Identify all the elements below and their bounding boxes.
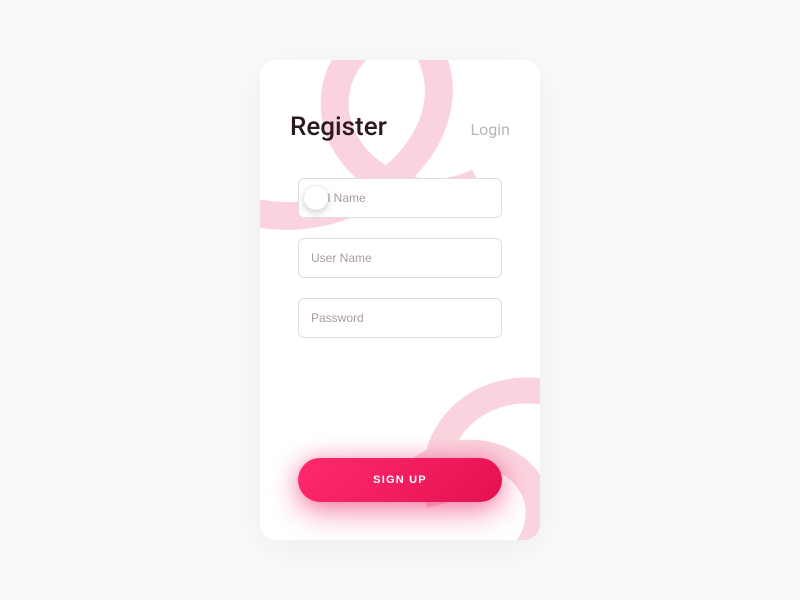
fullname-input[interactable] xyxy=(298,178,502,218)
signup-button[interactable]: SIGN UP xyxy=(298,458,502,502)
tab-register[interactable]: Register xyxy=(290,112,387,142)
register-form: SIGN UP xyxy=(290,178,510,510)
password-input[interactable] xyxy=(298,298,502,338)
auth-tabs: Register Login xyxy=(290,112,510,142)
register-card: Register Login SIGN UP xyxy=(260,60,540,540)
card-content: Register Login SIGN UP xyxy=(260,60,540,540)
username-input[interactable] xyxy=(298,238,502,278)
tab-login[interactable]: Login xyxy=(471,120,510,139)
fullname-input-wrapper xyxy=(298,178,502,218)
